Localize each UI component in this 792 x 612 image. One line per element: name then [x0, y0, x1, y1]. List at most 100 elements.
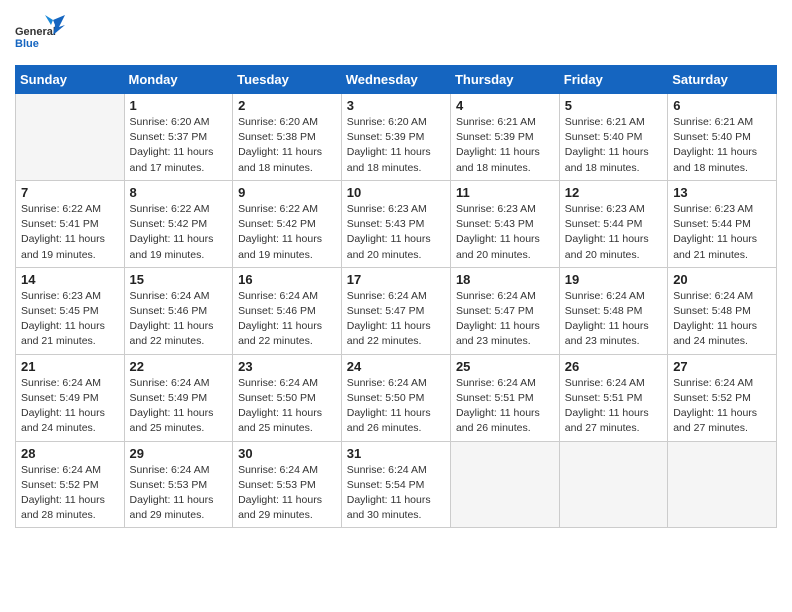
day-info: Sunrise: 6:23 AMSunset: 5:45 PMDaylight:… — [21, 289, 119, 350]
day-info: Sunrise: 6:21 AMSunset: 5:40 PMDaylight:… — [565, 115, 662, 176]
calendar-week-row: 21 Sunrise: 6:24 AMSunset: 5:49 PMDayligh… — [16, 354, 777, 441]
day-info: Sunrise: 6:21 AMSunset: 5:39 PMDaylight:… — [456, 115, 554, 176]
calendar-header-row: SundayMondayTuesdayWednesdayThursdayFrid… — [16, 66, 777, 94]
day-number: 2 — [238, 98, 336, 113]
day-number: 14 — [21, 272, 119, 287]
day-info: Sunrise: 6:23 AMSunset: 5:43 PMDaylight:… — [456, 202, 554, 263]
day-number: 26 — [565, 359, 662, 374]
day-info: Sunrise: 6:20 AMSunset: 5:37 PMDaylight:… — [130, 115, 228, 176]
day-number: 7 — [21, 185, 119, 200]
day-info: Sunrise: 6:24 AMSunset: 5:52 PMDaylight:… — [21, 463, 119, 524]
calendar-cell — [16, 94, 125, 181]
calendar-cell: 7 Sunrise: 6:22 AMSunset: 5:41 PMDaylight… — [16, 180, 125, 267]
col-header-saturday: Saturday — [668, 66, 777, 94]
calendar-cell: 10Sunrise: 6:23 AMSunset: 5:43 PMDayligh… — [341, 180, 450, 267]
day-number: 22 — [130, 359, 228, 374]
calendar-cell — [668, 441, 777, 528]
calendar-cell: 19 Sunrise: 6:24 AMSunset: 5:48 PMDayligh… — [559, 267, 667, 354]
day-info: Sunrise: 6:24 AMSunset: 5:49 PMDaylight:… — [21, 376, 119, 437]
calendar-cell: 29 Sunrise: 6:24 AMSunset: 5:53 PMDayligh… — [124, 441, 233, 528]
calendar-cell: 18Sunrise: 6:24 AMSunset: 5:47 PMDayligh… — [450, 267, 559, 354]
day-number: 9 — [238, 185, 336, 200]
calendar-week-row: 28Sunrise: 6:24 AMSunset: 5:52 PMDayligh… — [16, 441, 777, 528]
calendar-cell: 16 Sunrise: 6:24 AMSunset: 5:46 PMDayligh… — [233, 267, 342, 354]
calendar-cell: 8Sunrise: 6:22 AMSunset: 5:42 PMDaylight… — [124, 180, 233, 267]
calendar-cell: 28Sunrise: 6:24 AMSunset: 5:52 PMDayligh… — [16, 441, 125, 528]
col-header-friday: Friday — [559, 66, 667, 94]
day-number: 16 — [238, 272, 336, 287]
day-number: 19 — [565, 272, 662, 287]
day-number: 30 — [238, 446, 336, 461]
day-info: Sunrise: 6:24 AMSunset: 5:46 PMDaylight:… — [238, 289, 336, 350]
day-info: Sunrise: 6:24 AMSunset: 5:47 PMDaylight:… — [456, 289, 554, 350]
day-info: Sunrise: 6:24 AMSunset: 5:51 PMDaylight:… — [565, 376, 662, 437]
calendar-week-row: 14 Sunrise: 6:23 AMSunset: 5:45 PMDayligh… — [16, 267, 777, 354]
day-info: Sunrise: 6:24 AMSunset: 5:52 PMDaylight:… — [673, 376, 771, 437]
day-number: 31 — [347, 446, 445, 461]
day-info: Sunrise: 6:23 AMSunset: 5:44 PMDaylight:… — [565, 202, 662, 263]
calendar-cell: 21 Sunrise: 6:24 AMSunset: 5:49 PMDayligh… — [16, 354, 125, 441]
day-number: 25 — [456, 359, 554, 374]
calendar-cell: 14 Sunrise: 6:23 AMSunset: 5:45 PMDayligh… — [16, 267, 125, 354]
day-number: 24 — [347, 359, 445, 374]
day-info: Sunrise: 6:23 AMSunset: 5:43 PMDaylight:… — [347, 202, 445, 263]
day-number: 29 — [130, 446, 228, 461]
col-header-tuesday: Tuesday — [233, 66, 342, 94]
calendar-cell: 3 Sunrise: 6:20 AMSunset: 5:39 PMDaylight… — [341, 94, 450, 181]
calendar-cell: 9 Sunrise: 6:22 AMSunset: 5:42 PMDaylight… — [233, 180, 342, 267]
svg-text:General: General — [15, 26, 56, 38]
day-info: Sunrise: 6:22 AMSunset: 5:41 PMDaylight:… — [21, 202, 119, 263]
calendar-cell: 2 Sunrise: 6:20 AMSunset: 5:38 PMDaylight… — [233, 94, 342, 181]
day-info: Sunrise: 6:21 AMSunset: 5:40 PMDaylight:… — [673, 115, 771, 176]
calendar-cell — [450, 441, 559, 528]
col-header-wednesday: Wednesday — [341, 66, 450, 94]
day-info: Sunrise: 6:24 AMSunset: 5:49 PMDaylight:… — [130, 376, 228, 437]
day-number: 20 — [673, 272, 771, 287]
calendar-cell: 27 Sunrise: 6:24 AMSunset: 5:52 PMDayligh… — [668, 354, 777, 441]
calendar-cell: 24Sunrise: 6:24 AMSunset: 5:50 PMDayligh… — [341, 354, 450, 441]
calendar-cell: 25 Sunrise: 6:24 AMSunset: 5:51 PMDayligh… — [450, 354, 559, 441]
calendar-cell: 1 Sunrise: 6:20 AMSunset: 5:37 PMDaylight… — [124, 94, 233, 181]
day-info: Sunrise: 6:20 AMSunset: 5:39 PMDaylight:… — [347, 115, 445, 176]
day-info: Sunrise: 6:24 AMSunset: 5:48 PMDaylight:… — [565, 289, 662, 350]
svg-text:Blue: Blue — [15, 38, 39, 50]
calendar-cell: 5Sunrise: 6:21 AMSunset: 5:40 PMDaylight… — [559, 94, 667, 181]
day-number: 6 — [673, 98, 771, 113]
calendar-cell: 11 Sunrise: 6:23 AMSunset: 5:43 PMDayligh… — [450, 180, 559, 267]
day-info: Sunrise: 6:24 AMSunset: 5:50 PMDaylight:… — [238, 376, 336, 437]
day-number: 3 — [347, 98, 445, 113]
day-number: 1 — [130, 98, 228, 113]
calendar-table: SundayMondayTuesdayWednesdayThursdayFrid… — [15, 65, 777, 528]
day-info: Sunrise: 6:23 AMSunset: 5:44 PMDaylight:… — [673, 202, 771, 263]
day-number: 11 — [456, 185, 554, 200]
calendar-cell: 6 Sunrise: 6:21 AMSunset: 5:40 PMDaylight… — [668, 94, 777, 181]
calendar-cell: 4 Sunrise: 6:21 AMSunset: 5:39 PMDaylight… — [450, 94, 559, 181]
logo-bird-icon: General Blue — [15, 15, 65, 55]
calendar-cell: 23 Sunrise: 6:24 AMSunset: 5:50 PMDayligh… — [233, 354, 342, 441]
day-info: Sunrise: 6:24 AMSunset: 5:46 PMDaylight:… — [130, 289, 228, 350]
calendar-cell: 15Sunrise: 6:24 AMSunset: 5:46 PMDayligh… — [124, 267, 233, 354]
day-info: Sunrise: 6:24 AMSunset: 5:51 PMDaylight:… — [456, 376, 554, 437]
day-info: Sunrise: 6:24 AMSunset: 5:53 PMDaylight:… — [130, 463, 228, 524]
col-header-monday: Monday — [124, 66, 233, 94]
col-header-sunday: Sunday — [16, 66, 125, 94]
calendar-cell: 26 Sunrise: 6:24 AMSunset: 5:51 PMDayligh… — [559, 354, 667, 441]
day-number: 4 — [456, 98, 554, 113]
day-info: Sunrise: 6:24 AMSunset: 5:53 PMDaylight:… — [238, 463, 336, 524]
calendar-cell: 20Sunrise: 6:24 AMSunset: 5:48 PMDayligh… — [668, 267, 777, 354]
day-number: 17 — [347, 272, 445, 287]
calendar-week-row: 7 Sunrise: 6:22 AMSunset: 5:41 PMDaylight… — [16, 180, 777, 267]
day-number: 27 — [673, 359, 771, 374]
calendar-cell: 12Sunrise: 6:23 AMSunset: 5:44 PMDayligh… — [559, 180, 667, 267]
day-number: 21 — [21, 359, 119, 374]
col-header-thursday: Thursday — [450, 66, 559, 94]
day-info: Sunrise: 6:20 AMSunset: 5:38 PMDaylight:… — [238, 115, 336, 176]
day-number: 23 — [238, 359, 336, 374]
calendar-week-row: 1 Sunrise: 6:20 AMSunset: 5:37 PMDaylight… — [16, 94, 777, 181]
calendar-cell: 30 Sunrise: 6:24 AMSunset: 5:53 PMDayligh… — [233, 441, 342, 528]
calendar-cell: 13Sunrise: 6:23 AMSunset: 5:44 PMDayligh… — [668, 180, 777, 267]
day-info: Sunrise: 6:24 AMSunset: 5:54 PMDaylight:… — [347, 463, 445, 524]
page-header: General Blue — [15, 15, 777, 55]
day-info: Sunrise: 6:22 AMSunset: 5:42 PMDaylight:… — [238, 202, 336, 263]
day-info: Sunrise: 6:22 AMSunset: 5:42 PMDaylight:… — [130, 202, 228, 263]
